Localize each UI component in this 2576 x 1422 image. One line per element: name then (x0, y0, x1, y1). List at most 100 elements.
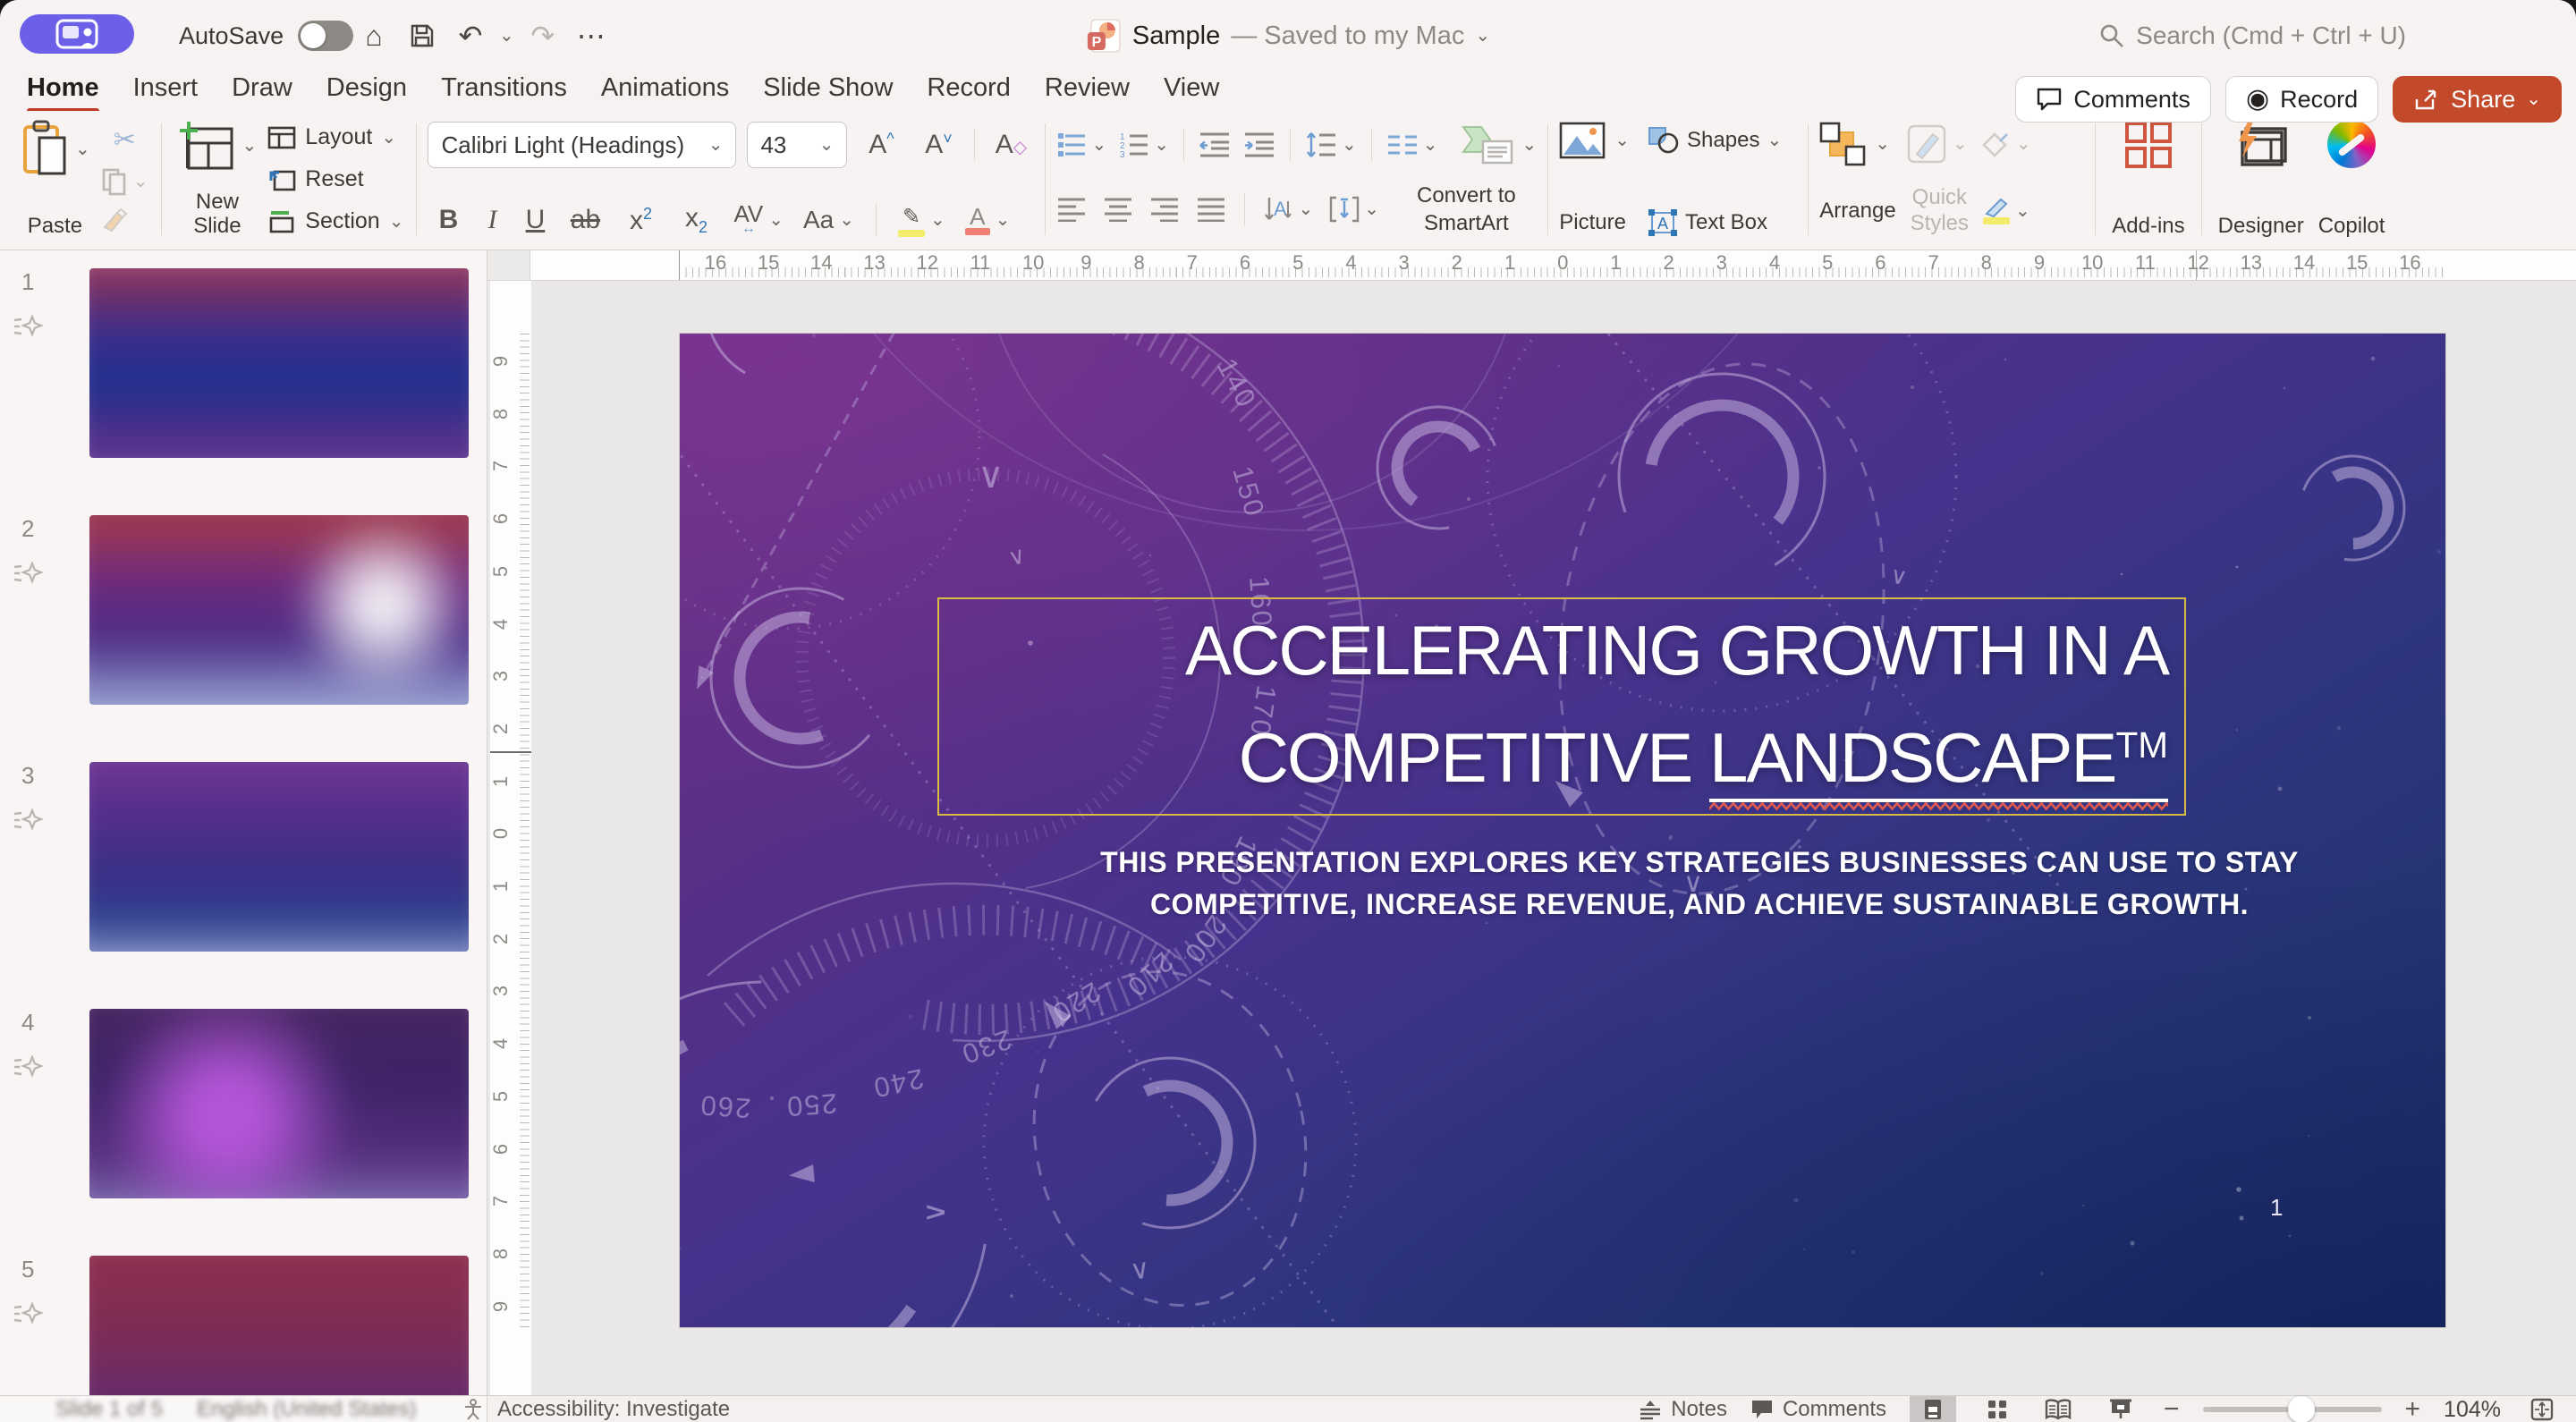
align-right-icon[interactable] (1149, 197, 1180, 222)
cut-icon[interactable]: ✂ (101, 124, 148, 156)
tab-design[interactable]: Design (326, 72, 407, 112)
designer-button[interactable]: Designer (2211, 116, 2311, 242)
slide-subtitle[interactable]: THIS PRESENTATION EXPLORES KEY STRATEGIE… (948, 842, 2445, 926)
format-painter-icon[interactable] (101, 207, 130, 234)
justify-icon[interactable] (1196, 197, 1226, 222)
language-status[interactable]: English (United States) (197, 1396, 416, 1422)
copy-chevron-icon[interactable]: ⌄ (133, 173, 148, 190)
redo-button[interactable]: ↷ (523, 16, 563, 55)
title-text-box[interactable]: ACCELERATING GROWTH IN A COMPETITIVE LAN… (937, 597, 2186, 816)
slide-4-thumbnail[interactable] (89, 1009, 469, 1198)
horizontal-ruler[interactable]: 16 15 14 13 12 11 10 9 8 7 6 5 4 3 2 1 0 1 2 3 4 5 6 7 8 9 10 11 12 1… (487, 250, 2576, 281)
save-icon[interactable] (402, 16, 442, 55)
thumbnail-row-3[interactable]: 3 (0, 762, 487, 952)
decrease-font-size-button[interactable]: A˅ (915, 130, 962, 160)
align-left-icon[interactable] (1056, 197, 1087, 222)
highlight-color-button[interactable]: ✎ ⌄ (898, 204, 945, 237)
zoom-in-button[interactable]: + (2405, 1394, 2421, 1422)
columns-button[interactable]: ⌄ (1386, 133, 1438, 157)
font-name-select[interactable]: Calibri Light (Headings) ⌄ (428, 122, 737, 168)
font-color-button[interactable]: A ⌄ (964, 205, 1011, 235)
transition-star-icon[interactable] (13, 808, 43, 834)
thumbnail-row-1[interactable]: 1 (0, 268, 487, 458)
picture-icon[interactable] (1559, 122, 1606, 159)
autosave-toggle[interactable] (298, 21, 354, 51)
tab-animations[interactable]: Animations (601, 72, 729, 112)
slide-3-thumbnail[interactable] (89, 762, 469, 952)
document-title-menu[interactable]: P Sample — Saved to my Mac ⌄ (1086, 0, 1490, 72)
subscript-button[interactable]: x2 (678, 203, 714, 237)
slideshow-view-button[interactable] (2101, 1396, 2140, 1422)
presenter-coach-button[interactable] (20, 14, 134, 54)
search-box[interactable]: Search (Cmd + Ctrl + U) (2098, 0, 2406, 72)
transition-star-icon[interactable] (13, 315, 43, 340)
more-commands-icon[interactable]: ⋯ (572, 16, 611, 55)
new-slide-button[interactable]: ⌄ New Slide (171, 116, 265, 242)
tab-record[interactable]: Record (927, 72, 1011, 112)
tab-insert[interactable]: Insert (133, 72, 199, 112)
thumbnail-row-4[interactable]: 4 (0, 1009, 487, 1198)
shape-fill-button[interactable]: ⌄ (1982, 131, 2031, 157)
transition-star-icon[interactable] (13, 1055, 43, 1080)
normal-view-button[interactable] (1909, 1396, 1956, 1422)
slide-2-thumbnail[interactable] (89, 515, 469, 705)
ink-annotation-button[interactable]: ⌄ (1983, 198, 2030, 225)
home-icon[interactable]: ⌂ (354, 16, 394, 55)
fit-slide-to-window-button[interactable] (2524, 1396, 2560, 1422)
record-button[interactable]: ◉ Record (2224, 76, 2379, 123)
line-spacing-button[interactable]: ⌄ (1305, 131, 1357, 158)
transition-star-icon[interactable] (13, 562, 43, 587)
numbering-button[interactable]: 123 ⌄ (1119, 131, 1169, 158)
share-button[interactable]: Share ⌄ (2393, 76, 2562, 123)
reading-view-button[interactable] (2038, 1396, 2078, 1422)
clear-formatting-button[interactable]: A◇ (987, 130, 1034, 160)
text-direction-button[interactable]: A ⌄ (1263, 196, 1313, 223)
comments-button[interactable]: Comments (2015, 76, 2211, 123)
addins-button[interactable]: Add-ins (2105, 116, 2191, 242)
status-comments-button[interactable]: Comments (1750, 1397, 1886, 1422)
zoom-percentage[interactable]: 104% (2444, 1397, 2501, 1422)
zoom-out-button[interactable]: − (2164, 1394, 2180, 1422)
slide-sorter-view-button[interactable] (1979, 1396, 2015, 1422)
undo-chevron-icon[interactable]: ⌄ (499, 27, 514, 45)
increase-indent-icon[interactable] (1243, 131, 1275, 158)
tab-view[interactable]: View (1164, 72, 1219, 112)
accessibility-status[interactable]: Accessibility: Investigate (497, 1396, 730, 1422)
reset-button[interactable]: Reset (267, 166, 403, 192)
align-center-icon[interactable] (1103, 197, 1133, 222)
copilot-button[interactable]: Copilot (2311, 116, 2393, 242)
slide-5-thumbnail[interactable] (89, 1256, 469, 1395)
vertical-ruler[interactable]: 9876543210123456789 (489, 281, 531, 1395)
picture-chevron-icon[interactable]: ⌄ (1614, 131, 1630, 149)
underline-button[interactable]: U (522, 205, 547, 235)
thumbnail-row-5[interactable]: 5 (0, 1256, 487, 1395)
thumbnail-row-2[interactable]: 2 (0, 515, 487, 705)
arrange-icon[interactable] (1819, 122, 1866, 166)
undo-button[interactable]: ↶ (451, 16, 490, 55)
change-case-button[interactable]: Aa ⌄ (803, 206, 854, 234)
align-text-button[interactable]: ⌄ (1329, 196, 1379, 223)
italic-button[interactable]: I (481, 205, 503, 235)
paste-chevron-icon[interactable]: ⌄ (75, 140, 90, 158)
tab-transitions[interactable]: Transitions (441, 72, 567, 112)
font-size-select[interactable]: 43 ⌄ (747, 122, 848, 168)
new-slide-chevron-icon[interactable]: ⌄ (242, 137, 258, 155)
text-box-button[interactable]: A Text Box (1648, 208, 1767, 237)
decrease-indent-icon[interactable] (1199, 131, 1231, 158)
strikethrough-button[interactable]: ab (567, 205, 603, 235)
layout-button[interactable]: Layout ⌄ (267, 124, 403, 150)
convert-smartart-button[interactable]: ⌄ (1460, 122, 1537, 168)
tab-draw[interactable]: Draw (232, 72, 292, 112)
bold-button[interactable]: B (435, 205, 462, 235)
slide-editing-area[interactable]: ∨ ∨ ∨ ∨ ∨ ∨ 140 150 160 170 190 200 210 220 230 2… (680, 334, 2445, 1327)
bullets-button[interactable]: ⌄ (1056, 131, 1106, 158)
quick-styles-button[interactable]: ⌄ (1906, 123, 1968, 165)
character-spacing-button[interactable]: AV ↔ ⌄ (733, 202, 784, 235)
section-button[interactable]: Section ⌄ (267, 208, 403, 234)
tab-review[interactable]: Review (1045, 72, 1130, 112)
tab-slide-show[interactable]: Slide Show (763, 72, 893, 112)
shapes-button[interactable]: Shapes ⌄ (1648, 126, 1782, 155)
zoom-slider-thumb[interactable] (2287, 1396, 2315, 1422)
increase-font-size-button[interactable]: A^ (858, 130, 904, 160)
paste-button[interactable]: ⌄ Paste (13, 116, 97, 242)
